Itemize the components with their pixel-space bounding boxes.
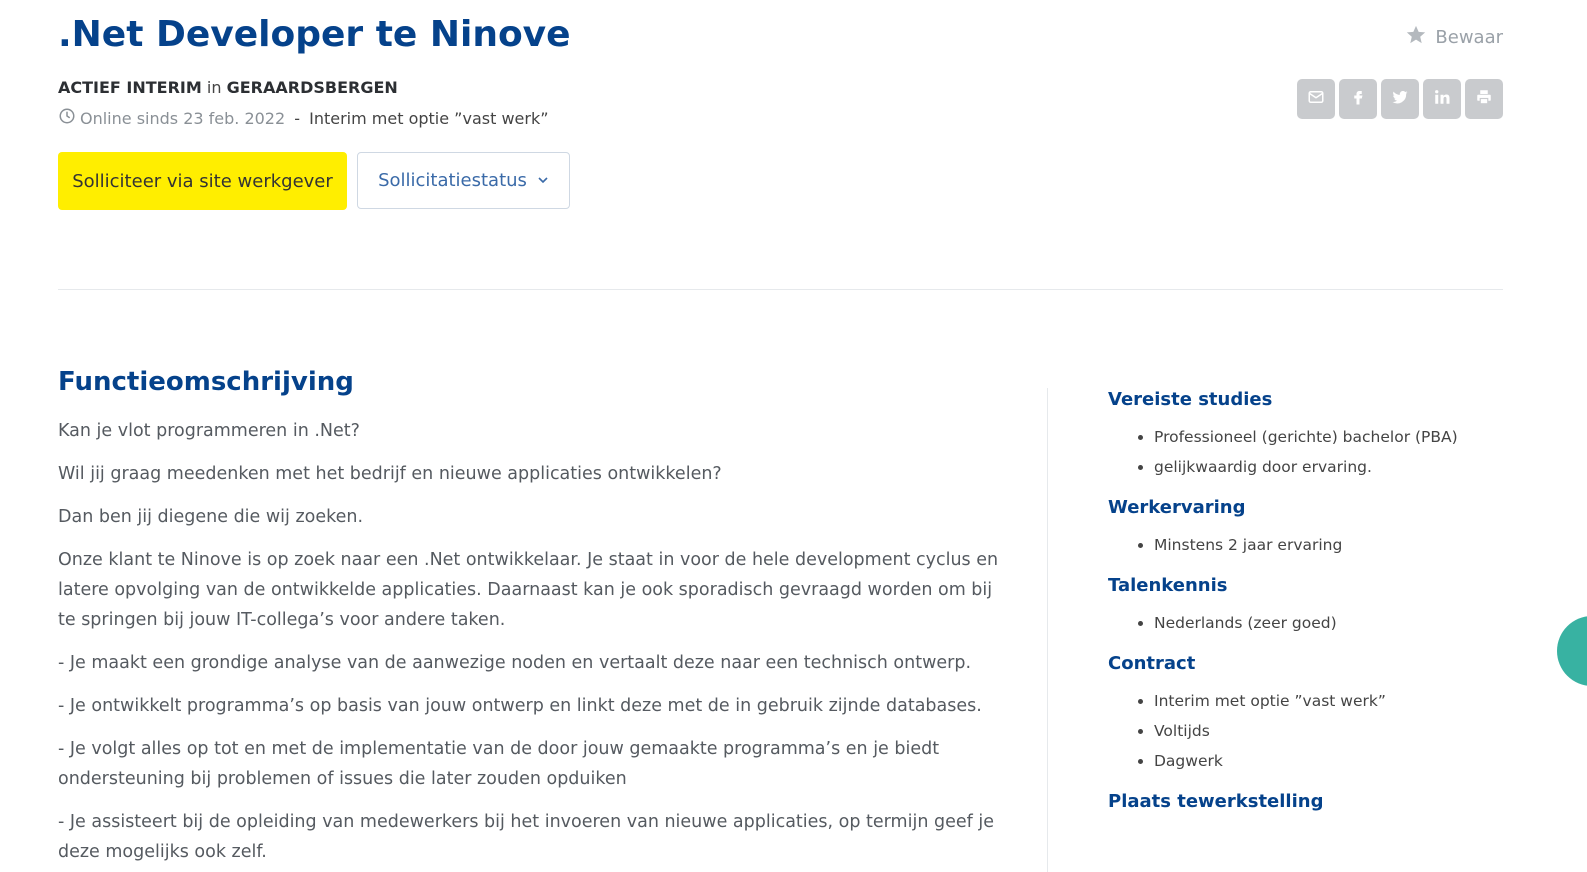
save-label: Bewaar <box>1435 27 1503 48</box>
meta-line: Online sinds 23 feb. 2022 - Interim met … <box>58 107 549 129</box>
linkedin-icon <box>1433 88 1451 110</box>
contract-type: Interim met optie ”vast werk” <box>309 108 549 128</box>
application-status-dropdown[interactable]: Sollicitatiestatus <box>357 152 570 209</box>
description-paragraph: Dan ben jij diegene die wij zoeken. <box>58 507 364 527</box>
online-since: Online sinds 23 feb. 2022 <box>80 108 286 128</box>
workplace-heading: Plaats tewerkstelling <box>1108 791 1324 812</box>
share-mail-button[interactable] <box>1297 79 1335 119</box>
clock-icon <box>58 107 76 129</box>
description-heading: Functieomschrijving <box>58 367 354 397</box>
job-title: .Net Developer te Ninove <box>58 14 571 55</box>
print-icon <box>1475 88 1493 110</box>
twitter-icon <box>1391 88 1409 110</box>
contract-section: Contract Interim met optie ”vast werk” V… <box>1108 650 1528 776</box>
list-item: gelijkwaardig door ervaring. <box>1154 452 1528 482</box>
studies-list: Professioneel (gerichte) bachelor (PBA) … <box>1108 422 1528 482</box>
description-paragraph: Onze klant te Ninove is op zoek naar een… <box>58 550 999 630</box>
description-paragraph: - Je volgt alles op tot en met de implem… <box>58 739 940 789</box>
studies-heading: Vereiste studies <box>1108 389 1273 410</box>
mail-icon <box>1307 88 1325 110</box>
star-icon <box>1405 24 1427 51</box>
job-requirements-sidebar: Vereiste studies Professioneel (gerichte… <box>1108 386 1528 824</box>
workplace-section: Plaats tewerkstelling <box>1108 788 1528 816</box>
list-item: Voltijds <box>1154 716 1528 746</box>
header-divider <box>58 289 1503 290</box>
description-paragraph: - Je ontwikkelt programma’s op basis van… <box>58 696 982 716</box>
description-paragraph: - Je assisteert bij de opleiding van med… <box>58 812 994 862</box>
chat-fab-button[interactable] <box>1557 616 1587 686</box>
save-button[interactable]: Bewaar <box>1405 24 1503 51</box>
description-paragraph: Wil jij graag meedenken met het bedrijf … <box>58 464 722 484</box>
apply-button[interactable]: Solliciteer via site werkgever <box>58 152 347 210</box>
in-word: in <box>206 78 222 97</box>
meta-separator: - <box>289 108 306 128</box>
list-item: Minstens 2 jaar ervaring <box>1154 530 1528 560</box>
share-linkedin-button[interactable] <box>1423 79 1461 119</box>
facebook-icon <box>1349 88 1367 110</box>
languages-section: Talenkennis Nederlands (zeer goed) <box>1108 572 1528 638</box>
experience-section: Werkervaring Minstens 2 jaar ervaring <box>1108 494 1528 560</box>
column-divider <box>1047 388 1048 872</box>
list-item: Professioneel (gerichte) bachelor (PBA) <box>1154 422 1528 452</box>
company-name: ACTIEF INTERIM <box>58 78 202 97</box>
description-paragraph: - Je maakt een grondige analyse van de a… <box>58 653 972 673</box>
description-paragraph: Kan je vlot programmeren in .Net? <box>58 421 360 441</box>
list-item: Interim met optie ”vast werk” <box>1154 686 1528 716</box>
studies-section: Vereiste studies Professioneel (gerichte… <box>1108 386 1528 482</box>
company-location-line: ACTIEF INTERIM in GERAARDSBERGEN <box>58 78 398 97</box>
share-print-button[interactable] <box>1465 79 1503 119</box>
share-twitter-button[interactable] <box>1381 79 1419 119</box>
languages-list: Nederlands (zeer goed) <box>1108 608 1528 638</box>
job-description: Kan je vlot programmeren in .Net? Wil ji… <box>58 416 1013 872</box>
contract-heading: Contract <box>1108 653 1196 674</box>
status-label: Sollicitatiestatus <box>378 170 527 191</box>
list-item: Nederlands (zeer goed) <box>1154 608 1528 638</box>
job-detail-page: .Net Developer te Ninove Bewaar ACTIEF I… <box>0 0 1587 872</box>
list-item: Dagwerk <box>1154 746 1528 776</box>
contract-list: Interim met optie ”vast werk” Voltijds D… <box>1108 686 1528 776</box>
job-location: GERAARDSBERGEN <box>226 78 398 97</box>
share-bar <box>1297 79 1503 119</box>
experience-list: Minstens 2 jaar ervaring <box>1108 530 1528 560</box>
chevron-down-icon <box>537 170 549 191</box>
languages-heading: Talenkennis <box>1108 575 1228 596</box>
share-facebook-button[interactable] <box>1339 79 1377 119</box>
experience-heading: Werkervaring <box>1108 497 1246 518</box>
